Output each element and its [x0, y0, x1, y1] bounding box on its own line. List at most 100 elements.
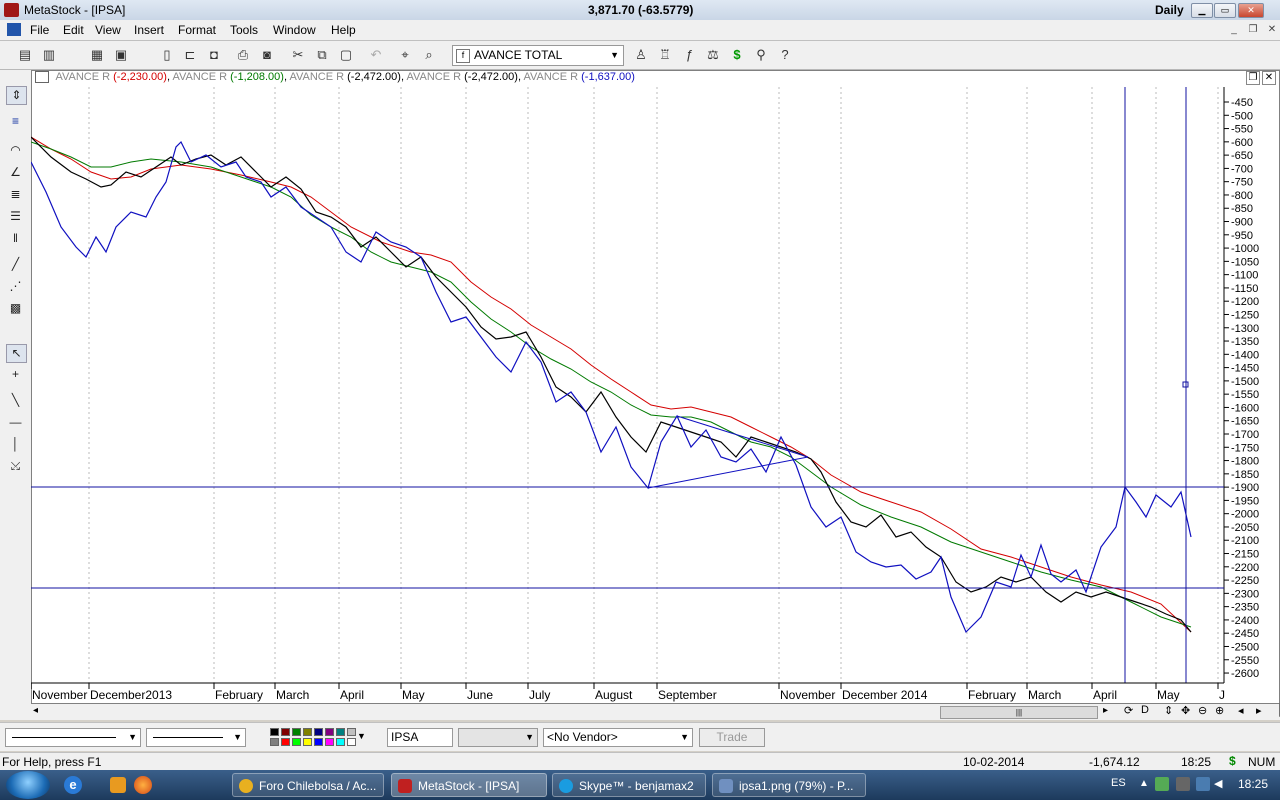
cycle-tool-icon[interactable]: ⤩ — [6, 458, 25, 475]
expert-icon[interactable]: ♙ — [632, 47, 650, 63]
horizontal-lines-tool-icon[interactable]: ≡ — [6, 113, 25, 130]
next-icon[interactable]: ▸ — [1256, 704, 1262, 717]
mdi-minimize-icon[interactable]: _ — [1226, 23, 1242, 36]
print-icon[interactable]: ⎙ — [234, 47, 252, 63]
trade-button[interactable]: Trade — [699, 728, 765, 747]
color-swatch[interactable] — [281, 738, 290, 746]
save-icon[interactable]: ◘ — [205, 47, 223, 63]
zoom-icon[interactable]: ⌕ — [420, 47, 438, 63]
end-icon[interactable]: ▕◂ — [1272, 704, 1280, 717]
task-skype[interactable]: Skype™ - benjamax2 — [552, 773, 706, 797]
start-button[interactable] — [6, 771, 50, 799]
legend-item-1-name[interactable]: AVANCE R — [55, 71, 110, 83]
chart-close-icon[interactable]: ✕ — [1262, 71, 1276, 85]
legend-item-4-name[interactable]: AVANCE R — [406, 71, 461, 83]
close-button[interactable]: ✕ — [1238, 3, 1264, 18]
media-player-icon[interactable] — [110, 777, 126, 793]
tray-security-icon[interactable] — [1155, 777, 1169, 791]
horizontal-line-tool-icon[interactable]: — — [6, 414, 25, 431]
fan-tool-icon[interactable]: ∠ — [6, 164, 25, 181]
vertical-scale-icon[interactable]: ⇕ — [1164, 704, 1173, 717]
color-swatch[interactable] — [292, 728, 301, 736]
color-swatch[interactable] — [347, 728, 356, 736]
open-icon[interactable]: ⊏ — [181, 47, 199, 63]
black-price-line[interactable] — [31, 136, 1192, 633]
menu-help[interactable]: Help — [331, 23, 356, 37]
paste-icon[interactable]: ▢ — [337, 47, 355, 63]
layout-icon[interactable]: ▣ — [112, 47, 130, 63]
chart-restore-icon[interactable]: ❐ — [1246, 71, 1260, 85]
mdi-restore-icon[interactable]: ❐ — [1245, 23, 1261, 36]
symbol-input[interactable]: IPSA — [387, 728, 453, 747]
legend-item-3-name[interactable]: AVANCE R — [289, 71, 344, 83]
crosshair-icon[interactable]: ⌖ — [396, 47, 414, 63]
security-combo[interactable]: f AVANCE TOTAL ▼ — [452, 45, 624, 66]
volume-icon[interactable]: ◀ — [1214, 777, 1222, 790]
scroll-left-icon[interactable]: ◂ — [33, 705, 38, 716]
color-swatch[interactable] — [281, 728, 290, 736]
color-swatch[interactable] — [314, 738, 323, 746]
line-style-combo[interactable]: ▼ — [5, 728, 141, 747]
scroll-right-icon[interactable]: ▸ — [1103, 705, 1108, 716]
line-tool-icon[interactable]: ╲ — [6, 392, 25, 409]
menu-view[interactable]: View — [95, 23, 121, 37]
menu-format[interactable]: Format — [178, 23, 216, 37]
scroll-tool-icon[interactable]: ⇕ — [6, 86, 27, 105]
color-swatch[interactable] — [292, 738, 301, 746]
previous-icon[interactable]: ◂ — [1238, 704, 1244, 717]
tile-vertical-icon[interactable]: ▥ — [40, 47, 58, 63]
menu-window[interactable]: Window — [273, 23, 316, 37]
internet-explorer-icon[interactable]: e — [64, 776, 82, 794]
app-icon[interactable] — [4, 3, 19, 17]
tile-grid-icon[interactable]: ▦ — [88, 47, 106, 63]
firefox-icon[interactable] — [134, 776, 152, 794]
zoom-out-icon[interactable]: ⊖ — [1198, 704, 1207, 717]
red-moving-average[interactable] — [31, 136, 1192, 633]
menu-tools[interactable]: Tools — [230, 23, 258, 37]
tray-expand-icon[interactable]: ▲ — [1139, 778, 1149, 789]
time-zones-tool-icon[interactable]: ‖ — [6, 230, 25, 247]
color-swatch[interactable] — [270, 728, 279, 736]
language-indicator[interactable]: ES — [1111, 777, 1126, 789]
move-icon[interactable]: ✥ — [1181, 704, 1190, 717]
zoom-in-icon[interactable]: ⊕ — [1215, 704, 1224, 717]
color-swatch[interactable] — [347, 738, 356, 746]
menu-file[interactable]: File — [30, 23, 49, 37]
refresh-icon[interactable]: ⟳ — [1124, 704, 1133, 717]
maximize-button[interactable]: ▭ — [1214, 3, 1236, 18]
legend-item-2-name[interactable]: AVANCE R — [172, 71, 227, 83]
arc-tool-icon[interactable]: ◠ — [6, 142, 25, 159]
explorer-icon[interactable]: ♖ — [656, 47, 674, 63]
indicator-builder-icon[interactable]: ƒ — [680, 47, 698, 63]
menu-insert[interactable]: Insert — [134, 23, 164, 37]
legend-item-5-name[interactable]: AVANCE R — [523, 71, 578, 83]
undo-icon[interactable]: ↶ — [367, 47, 385, 63]
color-swatch[interactable] — [325, 738, 334, 746]
trendline-tool-icon[interactable]: ╱ — [6, 256, 25, 273]
network-icon[interactable] — [1196, 777, 1210, 791]
color-swatch[interactable] — [303, 728, 312, 736]
clock[interactable]: 18:25 — [1238, 777, 1268, 791]
color-swatch[interactable] — [314, 728, 323, 736]
line-weight-combo[interactable]: ▼ — [146, 728, 246, 747]
new-icon[interactable]: ▯ — [158, 47, 176, 63]
color-swatch[interactable] — [336, 728, 345, 736]
color-swatch[interactable] — [270, 738, 279, 746]
vendor-combo[interactable]: <No Vendor> ▼ — [543, 728, 693, 747]
minimize-button[interactable]: ▁ — [1191, 3, 1213, 18]
cut-icon[interactable]: ✂ — [289, 47, 307, 63]
task-metastock[interactable]: MetaStock - [IPSA] — [391, 773, 547, 797]
retracement-tool-icon[interactable]: ☰ — [6, 208, 25, 225]
menu-edit[interactable]: Edit — [63, 23, 84, 37]
context-help-icon[interactable]: ? — [776, 47, 794, 63]
dollar-icon[interactable]: $ — [728, 47, 746, 63]
color-swatch[interactable] — [336, 738, 345, 746]
date-icon[interactable]: D — [1141, 704, 1149, 716]
triangle-upper-trendline[interactable] — [676, 415, 809, 458]
price-chart[interactable]: -450-500 -550-600-650-700 -750-800-850 -900… — [31, 87, 1280, 704]
pointer-tool-icon[interactable]: ↖ — [6, 344, 27, 363]
color-palette[interactable]: ▼ — [270, 728, 366, 747]
tray-icon-2[interactable] — [1176, 777, 1190, 791]
mdi-close-icon[interactable]: ✕ — [1264, 23, 1280, 36]
color-swatch[interactable] — [303, 738, 312, 746]
